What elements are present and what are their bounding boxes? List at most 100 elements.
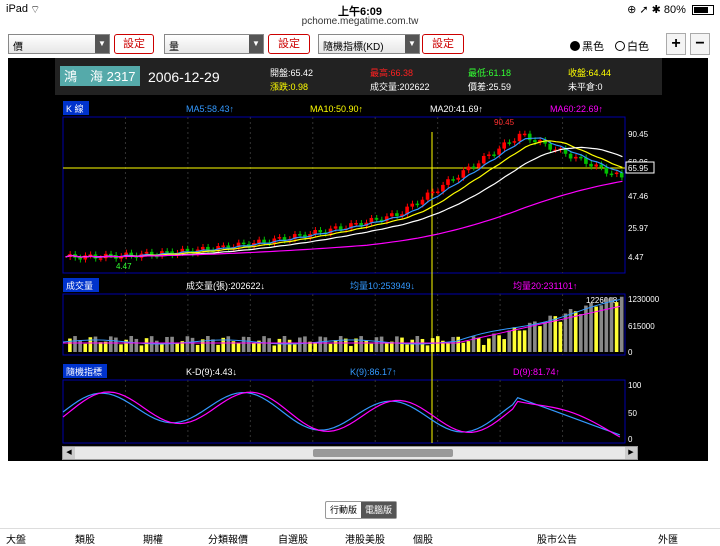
- axis-label: 615000: [628, 322, 655, 331]
- bottom-nav-item[interactable]: 期權: [143, 531, 163, 546]
- candle: [333, 226, 338, 229]
- bottom-nav-item[interactable]: 港股美股: [345, 531, 385, 546]
- kd-diff: K-D(9):4.43↓: [186, 367, 237, 377]
- volume-bar: [430, 338, 435, 352]
- volume-bar: [160, 343, 164, 352]
- volume-bar: [476, 337, 481, 352]
- horizontal-scrollbar[interactable]: ◀ ▶: [62, 446, 638, 460]
- candle: [594, 164, 598, 167]
- candle: [298, 234, 302, 236]
- panel-frame: [62, 379, 626, 444]
- volume-select-value: 量: [169, 42, 179, 53]
- candle: [221, 245, 225, 247]
- volume-bar: [487, 338, 491, 352]
- candle: [185, 248, 190, 252]
- price-settings-button[interactable]: 設定: [114, 34, 154, 54]
- candle: [98, 258, 103, 260]
- zoom-in-button[interactable]: +: [666, 33, 686, 55]
- volume-bar: [328, 343, 333, 352]
- volume-bar: [466, 341, 471, 352]
- bottom-nav-item[interactable]: 個股: [413, 531, 433, 546]
- candle: [497, 148, 501, 155]
- axis-label: 50: [628, 409, 637, 418]
- axis-label: 0: [628, 348, 633, 357]
- volume-bar: [216, 344, 220, 352]
- axis-label: 1230000: [628, 295, 660, 304]
- stock-chart[interactable]: 鴻 海 2317 2006-12-29 開盤:65.42 最高:66.38 最低…: [8, 58, 708, 461]
- volume-bar: [543, 321, 547, 352]
- price-select[interactable]: 價 ▼: [8, 34, 110, 54]
- candle: [481, 155, 486, 164]
- bottom-nav-item[interactable]: 類股: [75, 531, 95, 546]
- volume-bar: [165, 336, 169, 352]
- candle: [395, 213, 399, 217]
- low-marker: 4.47: [116, 262, 132, 271]
- white-theme-radio[interactable]: 白色: [615, 38, 649, 54]
- volume-bar: [481, 344, 486, 352]
- axis-label: 25.97: [628, 224, 649, 233]
- volume-bar: [451, 336, 455, 352]
- volume-bar: [78, 340, 82, 352]
- zoom-out-button[interactable]: −: [690, 33, 710, 55]
- candle: [492, 154, 496, 156]
- volume-bar: [502, 339, 506, 352]
- axis-label: 4.47: [628, 253, 644, 262]
- url-bar[interactable]: pchome.megatime.com.tw: [0, 16, 720, 27]
- candle: [318, 230, 323, 233]
- radio-selected-icon: [570, 41, 580, 51]
- volume-bar: [206, 336, 210, 352]
- bottom-nav-item[interactable]: 股市公告: [537, 531, 577, 546]
- scroll-right-icon[interactable]: ▶: [625, 447, 637, 459]
- volume-settings-button[interactable]: 設定: [268, 34, 310, 54]
- axis-label: 100: [628, 381, 642, 390]
- toolbar: 價 ▼ 設定 量 ▼ 設定 隨機指標(KD) ▼ 設定 黑色 白色 + −: [0, 30, 720, 58]
- candle: [609, 173, 614, 176]
- bottom-nav-item[interactable]: 分類報價: [208, 531, 248, 546]
- candle: [548, 143, 552, 150]
- price-select-value: 價: [13, 42, 23, 53]
- volume-bar: [318, 336, 323, 352]
- candle: [487, 154, 491, 156]
- indicator-settings-button[interactable]: 設定: [422, 34, 464, 54]
- volume-bar: [410, 339, 415, 352]
- candle: [507, 142, 512, 144]
- mobile-version-link[interactable]: 行動版: [326, 502, 361, 518]
- volume-bar: [73, 336, 77, 352]
- candle: [277, 237, 282, 239]
- candle: [354, 223, 358, 225]
- bottom-nav-item[interactable]: 大盤: [6, 531, 26, 546]
- battery-percent: 80%: [663, 4, 686, 16]
- ma5-line: [65, 137, 623, 258]
- scroll-thumb[interactable]: [313, 449, 453, 457]
- bottom-nav-item[interactable]: 自選股: [278, 531, 308, 546]
- candle: [441, 184, 445, 192]
- scroll-left-icon[interactable]: ◀: [63, 447, 75, 459]
- volume-bar: [114, 337, 118, 352]
- volume-bar: [395, 336, 399, 352]
- desktop-version-link[interactable]: 電腦版: [361, 502, 397, 518]
- candle: [144, 251, 149, 254]
- volume-bar: [277, 338, 282, 352]
- volume-bar: [129, 336, 134, 352]
- indicator-select-value: 隨機指標(KD): [323, 42, 384, 53]
- volume-select[interactable]: 量 ▼: [164, 34, 264, 54]
- volume-bar: [88, 337, 93, 352]
- status-right: ⊕ ➚ ✱ 80%: [627, 3, 714, 16]
- volume-bar: [512, 327, 517, 352]
- chart-canvas[interactable]: 鴻 海 2317 2006-12-29 開盤:65.42 最高:66.38 最低…: [8, 58, 708, 461]
- candle: [604, 167, 609, 174]
- volume-bar: [252, 343, 256, 352]
- candle: [241, 242, 246, 245]
- volume-bar: [262, 336, 266, 352]
- candle: [446, 179, 450, 185]
- axis-label-current: 65.95: [628, 164, 649, 173]
- radio-empty-icon: [615, 41, 625, 51]
- candle: [108, 253, 113, 256]
- bottom-nav-item[interactable]: 外匯: [658, 531, 678, 546]
- candle: [262, 239, 266, 243]
- black-theme-radio[interactable]: 黑色: [570, 38, 604, 54]
- version-switch: 行動版 電腦版: [325, 501, 398, 519]
- indicator-select[interactable]: 隨機指標(KD) ▼: [318, 34, 420, 54]
- kd-label: 隨機指標: [66, 366, 102, 377]
- candle: [461, 170, 466, 178]
